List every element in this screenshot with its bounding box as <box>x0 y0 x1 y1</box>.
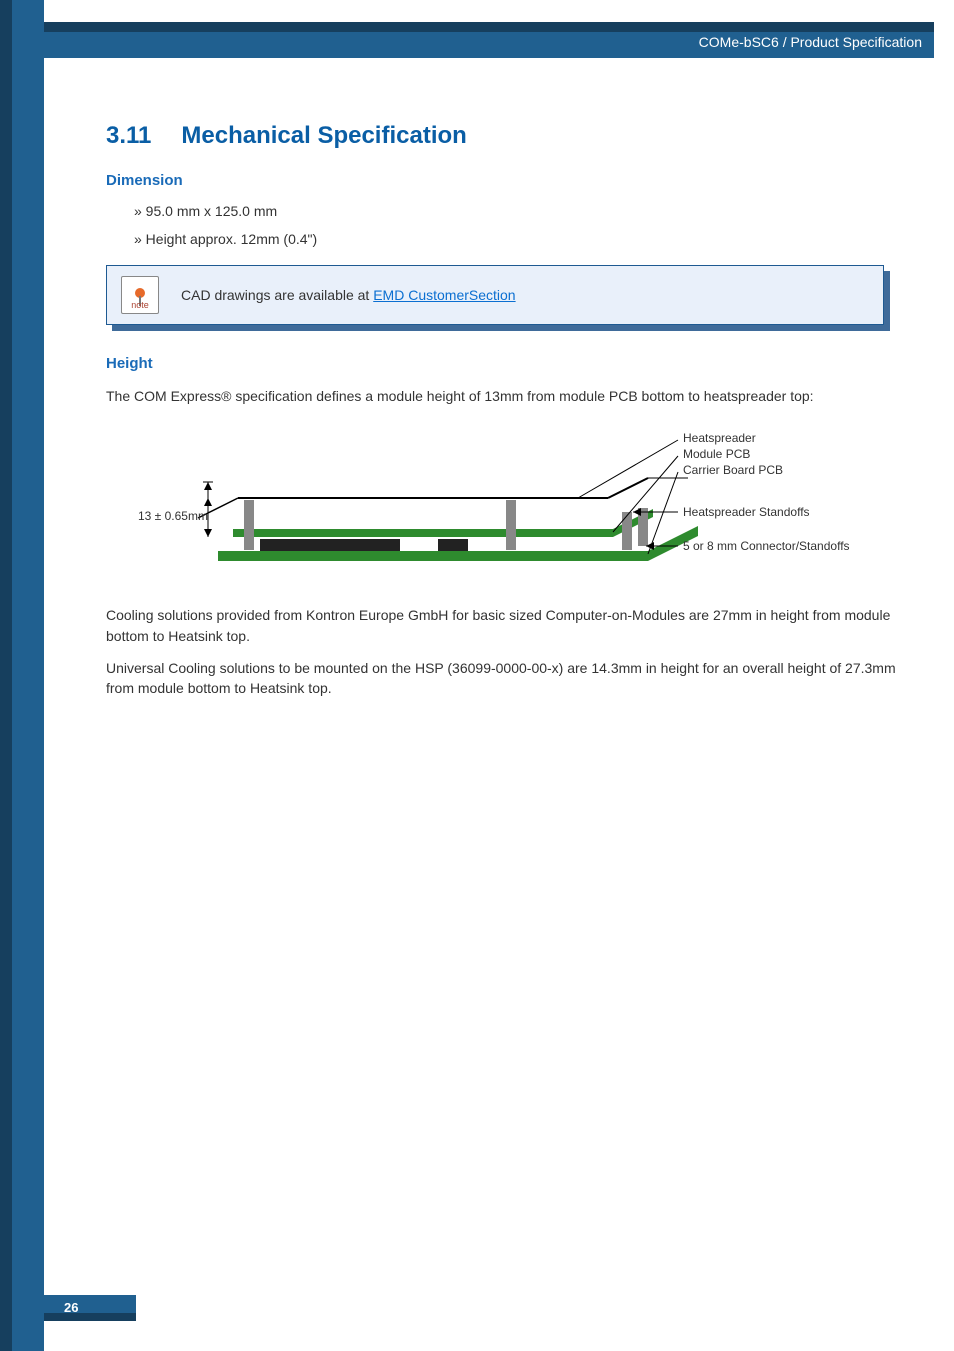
note-callout: note CAD drawings are available at EMD C… <box>106 265 884 325</box>
diagram-label-standoffs: Heatspreader Standoffs <box>683 505 810 519</box>
diagram-label-heatspreader: Heatspreader <box>683 431 756 445</box>
section-number: 3.11 <box>106 122 151 150</box>
height-intro: The COM Express® specification defines a… <box>106 386 910 406</box>
diagram-label-carrier-pcb: Carrier Board PCB <box>683 463 783 477</box>
note-icon-label: note <box>131 300 149 310</box>
page-number: 26 <box>64 1300 78 1315</box>
page: COMe-bSC6 / Product Specification 3.11 Me… <box>0 0 954 1351</box>
note-text-pre: CAD drawings are available at <box>181 287 373 303</box>
page-content: 3.11 Mechanical Specification Dimension »… <box>106 122 910 710</box>
diagram-label-connector: 5 or 8 mm Connector/Standoffs <box>683 539 850 553</box>
note-link[interactable]: EMD CustomerSection <box>373 287 515 303</box>
header-band: COMe-bSC6 / Product Specification <box>44 22 934 58</box>
note-text: CAD drawings are available at EMD Custom… <box>181 287 516 303</box>
diagram-label-module-pcb: Module PCB <box>683 447 750 461</box>
dimension-item: » 95.0 mm x 125.0 mm <box>134 203 910 219</box>
height-para-2: Universal Cooling solutions to be mounte… <box>106 658 910 699</box>
height-heading: Height <box>106 355 910 372</box>
height-diagram: 13 ± 0.65mm Heatspreader Module PCB Carr… <box>138 420 878 585</box>
footer-band <box>44 1295 136 1321</box>
note-box: note CAD drawings are available at EMD C… <box>106 265 884 325</box>
dimension-heading: Dimension <box>106 172 910 189</box>
height-para-1: Cooling solutions provided from Kontron … <box>106 605 910 646</box>
dimension-list: » 95.0 mm x 125.0 mm » Height approx. 12… <box>134 203 910 247</box>
left-sidebar-decoration <box>0 0 44 1351</box>
section-title: 3.11 Mechanical Specification <box>106 122 910 150</box>
section-name: Mechanical Specification <box>181 122 466 149</box>
height-diagram-svg: 13 ± 0.65mm Heatspreader Module PCB Carr… <box>138 420 878 580</box>
diagram-dim-label: 13 ± 0.65mm <box>138 509 208 523</box>
note-icon: note <box>121 276 159 314</box>
dimension-item: » Height approx. 12mm (0.4") <box>134 231 910 247</box>
header-breadcrumb: COMe-bSC6 / Product Specification <box>699 34 922 50</box>
